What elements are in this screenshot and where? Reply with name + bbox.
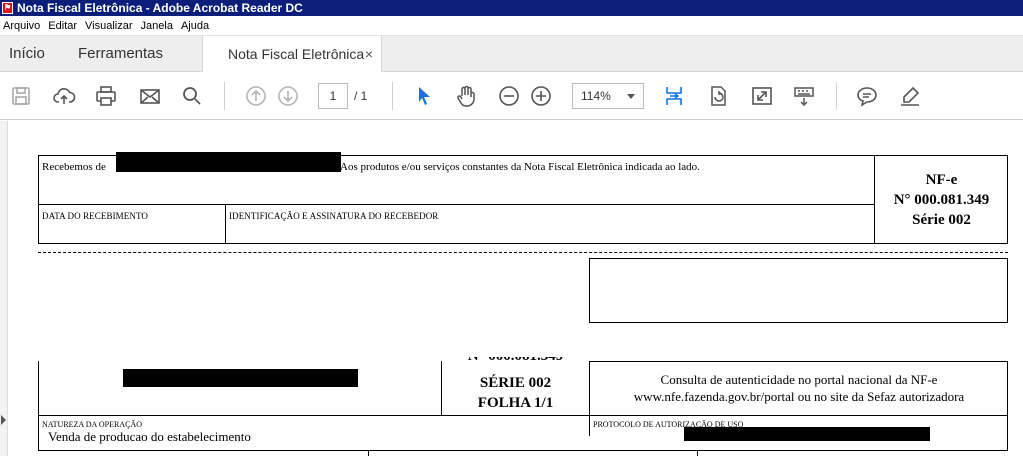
select-cursor-icon[interactable] [412,84,436,108]
zoom-in-icon[interactable] [529,84,553,108]
nature-value: Venda de producao do estabelecimento [48,429,251,444]
search-icon[interactable] [180,84,204,108]
toolbar-separator [392,82,393,110]
comment-icon[interactable] [855,84,879,108]
tab-inicio[interactable]: Início [9,36,45,72]
document-viewport[interactable]: Recebemos de A os produtos e/ou serviços… [0,121,1023,456]
menu-ajuda[interactable]: Ajuda [178,20,212,32]
keyboard-scroll-icon[interactable] [792,84,816,108]
danfe-sheet: FOLHA 1/1 [477,395,554,411]
page-total: / 1 [354,89,368,103]
danfe-series: SÉRIE 002 [479,375,552,391]
zoom-select[interactable]: 114% [572,83,644,109]
toolbar-separator [224,82,225,110]
consult-line-1: Consulta de autenticidade no portal naci… [660,372,938,387]
danfe-number-clip: N° 000.081.349 [442,357,589,371]
save-icon[interactable] [9,84,33,108]
full-screen-icon[interactable] [750,84,774,108]
nature-label: NATUREZA DA OPERAÇÃO [42,420,143,429]
toolbar: 1 / 1 114% [0,72,1023,120]
acrobat-icon: ⚑ [2,2,13,14]
left-panel-gutter [0,121,8,456]
receipt-statement: os produtos e/ou serviços constantes da … [348,161,700,173]
rotate-page-icon[interactable] [706,84,730,108]
menu-visualizar[interactable]: Visualizar [82,20,136,32]
title-bar: ⚑ Nota Fiscal Eletrônica - Adobe Acrobat… [0,0,1023,16]
chevron-down-icon [627,94,635,99]
toolbar-separator [836,82,837,110]
zoom-value: 114% [581,89,611,103]
receipt-prefix: Recebemos de [42,161,106,173]
nfe-series: Série 002 [912,212,971,228]
email-icon[interactable] [138,84,162,108]
tab-document-label: Nota Fiscal Eletrônica [228,46,365,62]
redacted-issuer-name [116,152,341,172]
consult-top-border [589,361,1008,362]
danfe-number-partial: N° 000.081.349 [442,357,589,365]
next-row-divider [368,451,369,456]
close-tab-icon[interactable]: × [365,36,373,72]
next-row-divider [697,451,698,456]
redacted-issuer-logo [123,369,358,387]
tab-ferramentas[interactable]: Ferramentas [78,36,163,72]
consult-line-2: www.nfe.fazenda.gov.br/portal ou no site… [633,389,965,404]
date-received-label: DATA DO RECEBIMENTO [42,211,149,221]
tab-document[interactable]: Nota Fiscal Eletrônica × [202,36,382,73]
stub-row-divider [38,204,875,205]
scroll-mode-icon[interactable] [662,84,686,108]
menu-bar: Arquivo Editar Visualizar Janela Ajuda [0,16,1023,36]
page-number-input[interactable]: 1 [318,83,348,109]
hand-tool-icon[interactable] [454,84,478,108]
barcode-box [589,258,1008,323]
next-page-icon[interactable] [276,84,300,108]
redacted-protocol-number [684,427,930,441]
menu-arquivo[interactable]: Arquivo [0,20,43,32]
expand-panel-icon[interactable] [1,415,6,425]
zoom-out-icon[interactable] [497,84,521,108]
signature-label: IDENTIFICAÇÃO E ASSINATURA DO RECEBEDOR [229,211,439,221]
previous-page-icon[interactable] [244,84,268,108]
highlight-pen-icon[interactable] [898,84,922,108]
receipt-letter: A [340,161,348,173]
tab-bar: Início Ferramentas Nota Fiscal Eletrônic… [0,36,1023,73]
menu-editar[interactable]: Editar [45,20,80,32]
cut-line [38,252,1008,253]
print-icon[interactable] [94,84,118,108]
nfe-number: N° 000.081.349 [893,192,990,208]
window-title: Nota Fiscal Eletrônica - Adobe Acrobat R… [17,1,303,15]
menu-janela[interactable]: Janela [138,20,176,32]
stub-col-divider [225,204,226,244]
upload-cloud-icon[interactable] [52,84,76,108]
nfe-label: NF-e [925,172,958,188]
